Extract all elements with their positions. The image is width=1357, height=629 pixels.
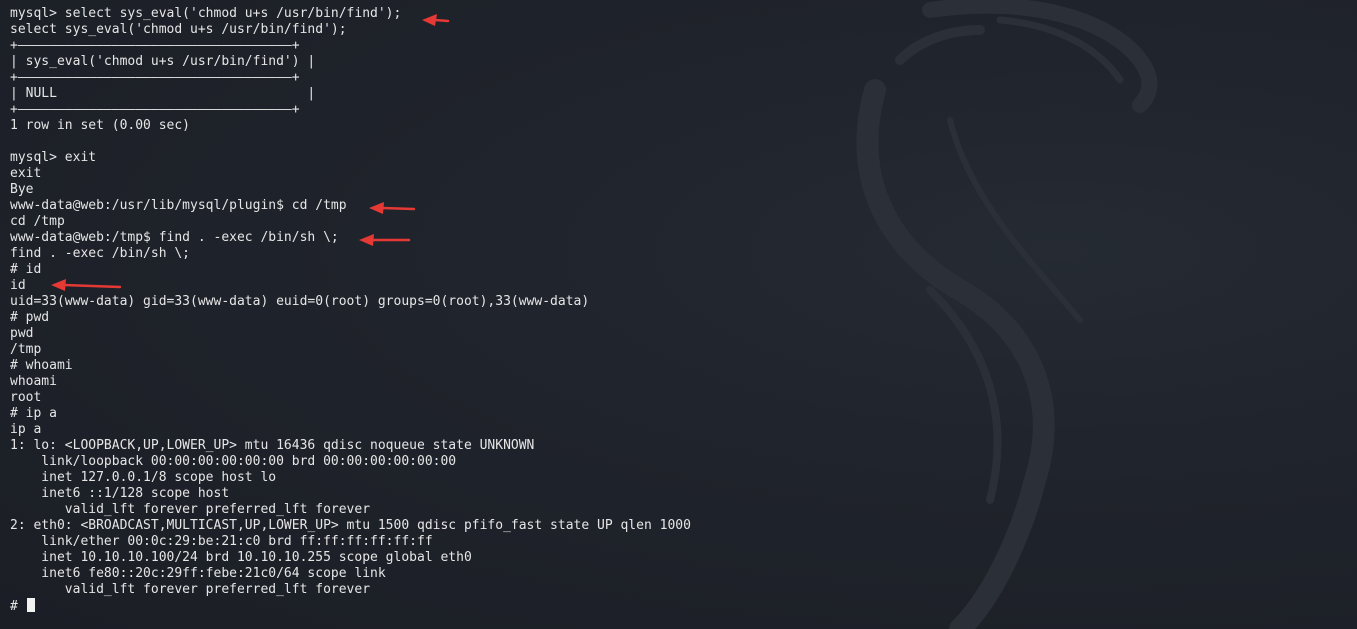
terminal-window[interactable]: mysql> select sys_eval('chmod u+s /usr/b…	[0, 0, 1357, 629]
red-arrow-icon	[422, 14, 450, 26]
annotation-layer	[51, 14, 450, 291]
red-arrow-icon	[359, 234, 411, 246]
red-arrow-icon	[369, 202, 416, 214]
red-arrow-icon	[51, 279, 122, 291]
